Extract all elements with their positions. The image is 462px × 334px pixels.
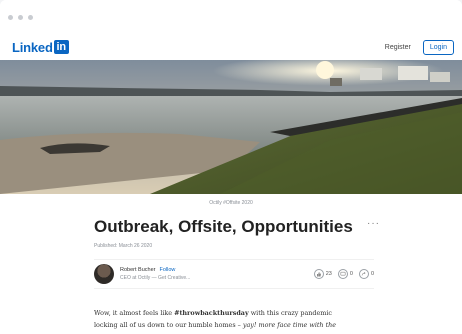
body-line-2: locking all of us down to our humble hom… <box>94 319 370 331</box>
article-body: Wow, it almost feels like #throwbackthur… <box>94 307 374 331</box>
register-link[interactable]: Register <box>385 44 411 51</box>
author-headline: CEO at Octily — Get Creative... <box>120 275 191 281</box>
follow-button[interactable]: Follow <box>159 267 175 273</box>
shares-count: 0 <box>370 271 374 277</box>
author-name-line: Robert Bucher Follow <box>120 267 190 273</box>
author-name[interactable]: Robert Bucher <box>120 267 155 273</box>
close-window-dot[interactable] <box>8 14 13 20</box>
article-stats: 23 0 0 <box>313 269 374 279</box>
hashtag-link[interactable]: #throwbackthursday <box>174 309 249 317</box>
share-icon <box>358 269 369 279</box>
body-italic-segment: more face time with the <box>256 321 337 329</box>
login-button[interactable]: Login <box>422 39 454 55</box>
body-text-segment: locking all of us down to our humble hom… <box>94 321 243 329</box>
minimize-window-dot[interactable] <box>18 14 23 20</box>
shares-stat[interactable]: 0 <box>358 269 374 279</box>
linkedin-logo[interactable]: Linked in <box>12 40 69 55</box>
body-italic-segment: yay! <box>242 321 257 329</box>
comments-stat[interactable]: 0 <box>337 269 353 279</box>
top-navbar: Linked in Register Login <box>0 34 462 60</box>
browser-window: Linked in Register Login Octily #Offsite… <box>0 0 462 334</box>
hero-caption: Octily #Offsite 2020 <box>209 200 253 206</box>
reactions-stat[interactable]: 23 <box>313 269 332 279</box>
logo-in-box: in <box>53 40 69 54</box>
window-titlebar <box>0 0 462 34</box>
maximize-window-dot[interactable] <box>28 14 33 20</box>
hero-image <box>0 60 462 194</box>
body-text-segment: Wow, it almost feels like <box>94 309 175 317</box>
comment-icon <box>337 269 348 279</box>
landscape-photo <box>0 60 462 194</box>
author-info: Robert Bucher Follow CEO at Octily — Get… <box>94 264 190 284</box>
author-text: Robert Bucher Follow CEO at Octily — Get… <box>120 267 190 281</box>
reactions-count: 23 <box>325 271 332 277</box>
logo-text: Linked <box>12 39 53 55</box>
more-options-icon[interactable]: ··· <box>367 218 380 229</box>
article: ··· Outbreak, Offsite, Opportunities Pub… <box>0 216 462 331</box>
published-date: Published: March 26 2020 <box>94 243 153 249</box>
article-title: Outbreak, Offsite, Opportunities <box>94 217 353 236</box>
thumbs-up-icon <box>313 269 324 279</box>
nav-actions: Register Login <box>385 39 454 55</box>
avatar[interactable] <box>94 264 114 284</box>
body-text-segment: with this crazy pandemic <box>248 309 332 317</box>
body-line-1: Wow, it almost feels like #throwbackthur… <box>94 307 370 319</box>
comments-count: 0 <box>349 271 353 277</box>
author-row: Robert Bucher Follow CEO at Octily — Get… <box>94 259 374 289</box>
